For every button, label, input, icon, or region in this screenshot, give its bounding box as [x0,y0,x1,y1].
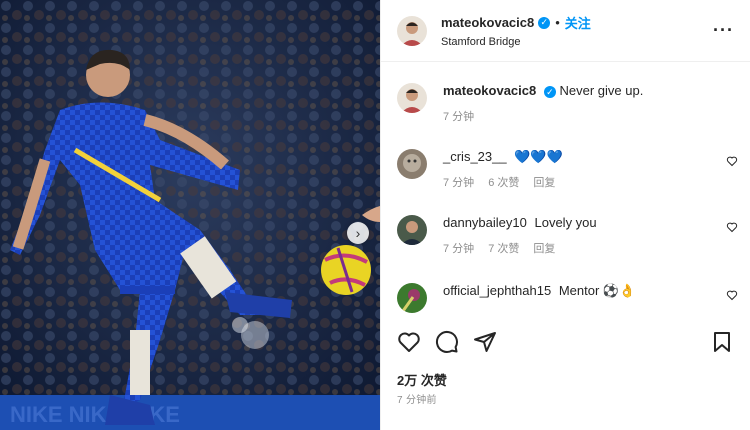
post-dialog: NIKE NIKE NIKE › mateokovacic8 ✓ • 关注 St… [0,0,750,430]
chevron-right-icon: › [355,225,361,241]
avatar[interactable] [397,15,427,46]
comment-row: dannybailey10 Lovely you 7 分钟 7 次赞 回复 [397,215,738,257]
post-photo[interactable]: NIKE NIKE NIKE › [0,0,380,430]
avatar[interactable] [397,215,427,245]
comment-text: Mentor ⚽👌 [558,283,636,298]
follow-button[interactable]: 关注 [565,13,591,32]
verified-badge-icon: ✓ [538,16,551,29]
share-icon[interactable] [473,330,497,354]
bookmark-icon[interactable] [710,330,734,354]
next-photo-button[interactable]: › [347,222,369,244]
comment-text: 💙💙💙 [514,149,563,164]
avatar-image [397,83,427,113]
comments-list: mateokovacic8 ✓ Never give up. 7 分钟 _cri… [381,62,750,317]
comment-username[interactable]: mateokovacic8 [443,83,536,98]
avatar[interactable] [397,149,427,179]
comment-row: official_jephthah15 Mentor ⚽👌 [397,283,738,313]
more-options-icon[interactable]: ··· [713,20,734,41]
heart-icon[interactable] [397,330,421,354]
comment-likes[interactable]: 7 次赞 [488,241,519,257]
comment-row: _cris_23__ 💙💙💙 7 分钟 6 次赞 回复 [397,149,738,191]
location-link[interactable]: Stamford Bridge [441,36,713,48]
comment-likes[interactable]: 6 次赞 [488,175,519,191]
player-photo: NIKE NIKE NIKE [0,0,380,430]
heart-icon[interactable] [726,155,738,167]
header-username[interactable]: mateokovacic8 [441,15,534,30]
comment-username[interactable]: _cris_23__ [443,149,507,164]
likes-count[interactable]: 2万 次赞 [397,370,447,389]
caption-text: Never give up. [559,83,644,98]
avatar-image [397,215,427,245]
verified-badge-icon: ✓ [543,86,556,98]
comment-time[interactable]: 7 分钟 [443,175,474,191]
avatar[interactable] [397,83,427,113]
separator-dot: • [555,15,560,30]
comment-time[interactable]: 7 分钟 [443,241,474,257]
action-bar [397,330,734,354]
avatar-image [397,149,427,179]
comment-icon[interactable] [435,330,459,354]
avatar-image [397,283,427,313]
heart-icon[interactable] [726,289,738,301]
post-header: mateokovacic8 ✓ • 关注 Stamford Bridge ··· [381,0,750,62]
comment-text: Lovely you [534,215,597,230]
heart-icon[interactable] [726,221,738,233]
reply-button[interactable]: 回复 [533,175,555,191]
avatar-image [397,15,427,46]
post-timestamp[interactable]: 7 分钟前 [397,391,437,406]
post-sidebar: mateokovacic8 ✓ • 关注 Stamford Bridge ··· [380,0,750,430]
avatar[interactable] [397,283,427,313]
caption-row: mateokovacic8 ✓ Never give up. 7 分钟 [397,83,738,125]
comment-username[interactable]: dannybailey10 [443,215,527,230]
reply-button[interactable]: 回复 [533,241,555,257]
comment-username[interactable]: official_jephthah15 [443,283,551,298]
comment-time[interactable]: 7 分钟 [443,109,474,125]
